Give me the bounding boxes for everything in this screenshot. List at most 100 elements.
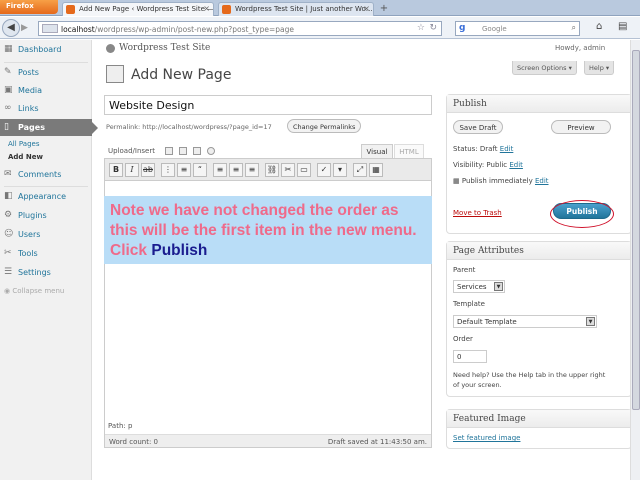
template-select[interactable]: Default Template ▼: [453, 315, 597, 328]
align-left-icon[interactable]: ≡: [213, 163, 227, 177]
visibility-edit-link[interactable]: Edit: [509, 161, 523, 169]
menu-item-appearance[interactable]: ◧ Appearance: [0, 188, 92, 205]
pages-icon: ▯: [4, 122, 9, 132]
tab-visual[interactable]: Visual: [361, 144, 393, 158]
search-box[interactable]: g Google ⌕: [455, 21, 580, 36]
align-center-icon[interactable]: ≡: [229, 163, 243, 177]
menu-item-plugins[interactable]: ⚙ Plugins: [0, 207, 92, 224]
blockquote-icon[interactable]: “: [193, 163, 207, 177]
settings-icon: ☰: [4, 267, 13, 277]
spellcheck-menu-icon[interactable]: ▾: [333, 163, 347, 177]
strikethrough-icon[interactable]: ab: [141, 163, 155, 177]
menu-item-comments[interactable]: ✉ Comments: [0, 166, 92, 183]
screen-options-tab[interactable]: Screen Options ▾: [512, 61, 577, 75]
add-image-icon[interactable]: [165, 147, 173, 155]
draft-saved: Draft saved at 11:43:50 am.: [327, 438, 427, 446]
menu-item-users[interactable]: ☺ Users: [0, 226, 92, 243]
menu-item-dashboard[interactable]: ▦ Dashboard: [0, 41, 92, 58]
change-permalinks-button[interactable]: Change Permalinks: [287, 119, 362, 133]
wordpress-logo-icon[interactable]: [106, 44, 115, 53]
google-icon: g: [459, 23, 466, 33]
italic-icon[interactable]: I: [125, 163, 139, 177]
post-title-input[interactable]: Website Design: [104, 95, 432, 115]
bullet-list-icon[interactable]: ⋮: [161, 163, 175, 177]
bookmark-star-icon[interactable]: ☆: [417, 23, 425, 33]
schedule-edit-link[interactable]: Edit: [535, 177, 549, 185]
menu-label: Links: [18, 104, 39, 113]
menu-item-settings[interactable]: ☰ Settings: [0, 264, 92, 281]
editor-path: Path: p: [108, 422, 133, 430]
bold-icon[interactable]: B: [109, 163, 123, 177]
menu-item-posts[interactable]: ✎ Posts: [0, 64, 92, 81]
help-tab[interactable]: Help ▾: [584, 61, 615, 75]
address-bar[interactable]: localhost/wordpress/wp-admin/post-new.ph…: [38, 21, 442, 36]
kitchen-sink-icon[interactable]: ▦: [369, 163, 383, 177]
menu-label: Posts: [18, 68, 39, 77]
collapse-menu-link[interactable]: ◉ Collapse menu: [4, 287, 64, 295]
parent-value: Services: [457, 283, 487, 291]
visibility-line: Visibility: Public Edit: [453, 161, 523, 169]
calendar-icon: ▦: [453, 177, 462, 185]
new-tab-button[interactable]: +: [377, 3, 391, 15]
url-path: /wordpress/wp-admin/post-new.php?post_ty…: [94, 25, 294, 34]
publish-box-title: Publish: [447, 95, 631, 113]
wordpress-favicon-icon: [222, 5, 231, 14]
close-tab-icon[interactable]: ×: [363, 4, 370, 13]
collapse-label: Collapse menu: [12, 287, 65, 295]
preview-button[interactable]: Preview: [551, 120, 611, 134]
insert-more-icon[interactable]: ▭: [297, 163, 311, 177]
add-video-icon[interactable]: [179, 147, 187, 155]
order-input[interactable]: 0: [453, 350, 487, 363]
move-to-trash-link[interactable]: Move to Trash: [453, 209, 502, 217]
home-icon[interactable]: ⌂: [596, 21, 610, 35]
plugins-icon: ⚙: [4, 210, 13, 220]
search-placeholder: Google: [482, 25, 507, 33]
help-label: Help: [589, 64, 604, 72]
menu-separator: [4, 186, 88, 187]
howdy-admin[interactable]: Howdy, admin: [555, 44, 605, 52]
menu-item-links[interactable]: ∞ Links: [0, 100, 92, 117]
add-audio-icon[interactable]: [193, 147, 201, 155]
screen-options-label: Screen Options: [517, 64, 567, 72]
magnifier-icon[interactable]: ⌕: [572, 23, 576, 33]
menu-item-media[interactable]: ▣ Media: [0, 82, 92, 99]
numbered-list-icon[interactable]: ≡: [177, 163, 191, 177]
spellcheck-icon[interactable]: ✓: [317, 163, 331, 177]
permalink: Permalink: http://localhost/wordpress/?p…: [106, 123, 272, 131]
save-draft-button[interactable]: Save Draft: [453, 120, 503, 134]
submenu-add-new[interactable]: Add New: [8, 153, 43, 161]
tab-test-site[interactable]: Wordpress Test Site | Just another Wo… ×: [218, 2, 374, 16]
parent-select[interactable]: Services ▼: [453, 280, 505, 293]
unlink-icon[interactable]: ✂: [281, 163, 295, 177]
browser-tab-bar: Firefox Add New Page ‹ Wordpress Test Si…: [0, 0, 640, 16]
status-edit-link[interactable]: Edit: [500, 145, 514, 153]
firefox-menu-button[interactable]: Firefox: [0, 0, 58, 14]
menu-item-tools[interactable]: ✂ Tools: [0, 245, 92, 262]
menu-label: Pages: [18, 123, 45, 132]
page-attributes-box: Page Attributes Parent Services ▼ Templat…: [446, 241, 632, 397]
add-media-icon[interactable]: [207, 147, 215, 155]
menu-item-pages[interactable]: ▯ Pages: [0, 119, 98, 136]
align-right-icon[interactable]: ≡: [245, 163, 259, 177]
submenu-all-pages[interactable]: All Pages: [8, 140, 40, 148]
tab-add-new-page[interactable]: Add New Page ‹ Wordpress Test Site — ×: [62, 2, 214, 16]
reload-icon[interactable]: ↻: [429, 23, 437, 33]
featured-image-title: Featured Image: [447, 410, 631, 428]
back-arrow-icon[interactable]: ◀: [2, 19, 20, 37]
site-identity-icon[interactable]: [42, 24, 58, 33]
editor-toolbar: B I ab ⋮ ≡ “ ≡ ≡ ≡ ⛓ ✂ ▭ ✓ ▾ ⤢ ▦: [105, 159, 431, 181]
set-featured-image-link[interactable]: Set featured image: [453, 434, 520, 442]
insert-link-icon[interactable]: ⛓: [265, 163, 279, 177]
tab-html[interactable]: HTML: [394, 144, 424, 158]
site-title[interactable]: Wordpress Test Site: [119, 43, 210, 53]
parent-label: Parent: [453, 266, 476, 274]
help-text-line-2: of your screen.: [453, 381, 502, 389]
close-tab-icon[interactable]: ×: [203, 4, 210, 13]
fullscreen-icon[interactable]: ⤢: [353, 163, 367, 177]
menu-label: Settings: [18, 268, 51, 277]
forward-arrow-icon[interactable]: ▶: [21, 22, 35, 34]
scrollbar-thumb[interactable]: [632, 50, 640, 410]
page-scrollbar[interactable]: [630, 40, 640, 480]
dashboard-icon: ▦: [4, 44, 13, 54]
bookmarks-icon[interactable]: ▤: [618, 21, 632, 35]
